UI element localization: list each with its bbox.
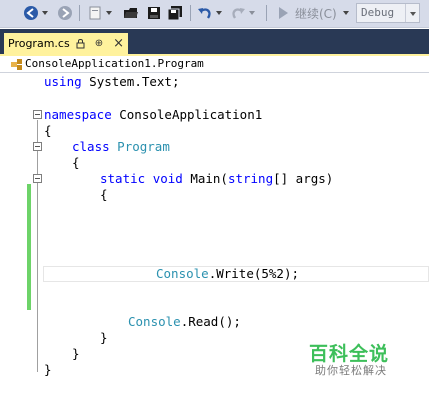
pin-icon[interactable]: ⊕ — [95, 38, 103, 49]
collapse-icon[interactable] — [33, 110, 42, 119]
new-project-icon[interactable] — [86, 3, 104, 23]
collapse-icon[interactable] — [33, 174, 42, 183]
fold-guide — [37, 120, 38, 372]
toolbar: 继续(C) Debug — [0, 0, 429, 28]
continue-play-icon[interactable] — [276, 3, 290, 23]
code-line-class[interactable]: class Program — [72, 139, 170, 155]
code-line-main[interactable]: static void Main(string[] args) — [100, 171, 333, 187]
continue-dropdown-icon[interactable] — [342, 3, 350, 23]
toolbar-separator — [190, 5, 191, 21]
code-line-brace-open[interactable]: { — [72, 155, 80, 171]
solution-config-value: Debug — [361, 6, 395, 19]
open-file-icon[interactable] — [122, 3, 140, 23]
save-icon[interactable] — [145, 3, 163, 23]
new-dropdown-icon[interactable] — [105, 3, 113, 23]
document-tab-strip: Program.cs ⊕ × — [0, 29, 429, 54]
save-all-icon[interactable] — [166, 3, 184, 23]
code-line-read[interactable]: Console.Read(); — [128, 314, 241, 330]
lock-icon — [76, 38, 85, 49]
toolbar-separator — [79, 5, 80, 21]
undo-icon[interactable] — [196, 3, 214, 23]
back-icon[interactable] — [22, 3, 40, 23]
back-dropdown-icon[interactable] — [41, 3, 49, 23]
redo-dropdown-icon[interactable] — [248, 3, 256, 23]
undo-dropdown-icon[interactable] — [215, 3, 223, 23]
change-indicator — [27, 184, 31, 310]
code-line-using[interactable]: using System.Text; — [44, 74, 179, 90]
code-line-brace-close[interactable]: } — [44, 362, 52, 378]
chevron-down-icon — [405, 4, 419, 22]
class-icon — [11, 59, 23, 70]
redo-icon[interactable] — [229, 3, 247, 23]
code-line-brace-close[interactable]: } — [72, 346, 80, 362]
code-line-write[interactable]: Console.Write(5%2); — [156, 266, 299, 282]
tab-title: Program.cs — [8, 37, 70, 50]
watermark-subtitle: 助你轻松解决 — [315, 364, 387, 377]
forward-icon[interactable] — [56, 3, 74, 23]
code-line-namespace[interactable]: namespace ConsoleApplication1 — [44, 107, 262, 123]
toolbar-separator — [266, 5, 267, 21]
solution-config-select[interactable]: Debug — [356, 3, 420, 23]
navigation-bar[interactable]: ConsoleApplication1.Program — [0, 56, 429, 73]
code-line-brace-open[interactable]: { — [44, 123, 52, 139]
code-line-brace-close[interactable]: } — [100, 330, 108, 346]
tab-program-cs[interactable]: Program.cs ⊕ × — [4, 33, 128, 54]
close-icon[interactable]: × — [113, 36, 124, 51]
navbar-type-path: ConsoleApplication1.Program — [25, 57, 204, 70]
continue-button[interactable]: 继续(C) — [295, 5, 337, 23]
collapse-icon[interactable] — [33, 142, 42, 151]
code-line-brace-open[interactable]: { — [100, 187, 108, 203]
